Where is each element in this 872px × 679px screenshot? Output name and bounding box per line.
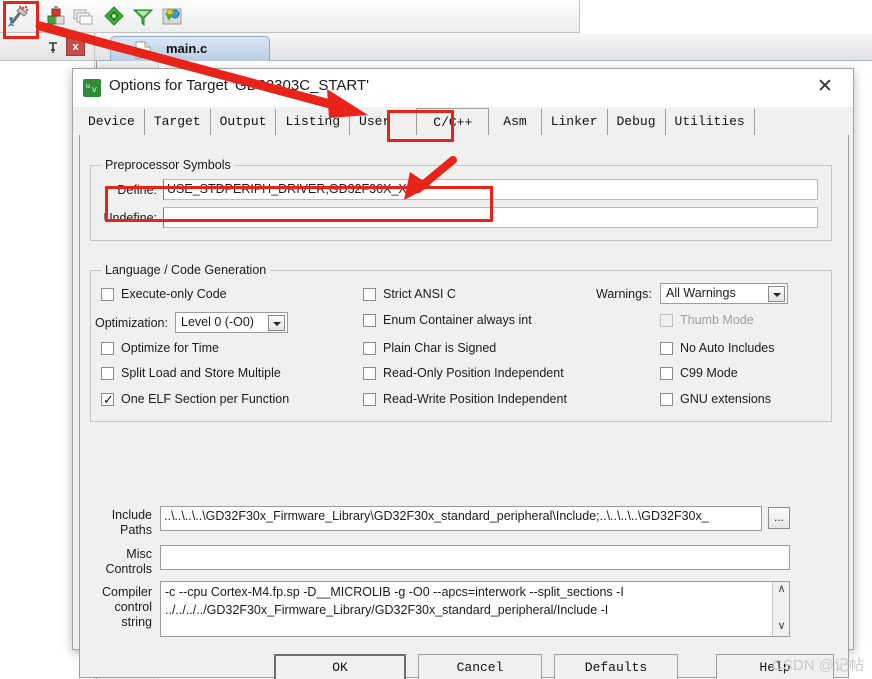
optimization-value: Level 0 (-O0) [181, 315, 254, 329]
target-select-icon[interactable] [45, 5, 67, 27]
label-c99-mode: C99 Mode [680, 366, 738, 380]
project-pane-close-button[interactable]: x [66, 38, 85, 56]
tab-linker[interactable]: Linker [542, 109, 608, 135]
tab-debug[interactable]: Debug [608, 109, 666, 135]
compiler-control-string-label-line1: Compiler [101, 585, 152, 599]
cpp-tab-highlight [387, 110, 454, 142]
include-paths-browse-button[interactable]: ... [768, 507, 790, 529]
green-diamond-icon[interactable] [103, 5, 125, 27]
checkbox-gnu-extensions[interactable] [660, 393, 673, 406]
tab-label: Debug [616, 114, 656, 129]
tab-output[interactable]: Output [211, 109, 277, 135]
compiler-string-line: -c --cpu Cortex-M4.fp.sp -D__MICROLIB -g… [165, 585, 624, 599]
tab-target[interactable]: Target [145, 109, 211, 135]
svg-text:V: V [92, 87, 97, 94]
label-optimize-for-time: Optimize for Time [121, 341, 219, 355]
checkbox-read-only-position-independent[interactable] [363, 367, 376, 380]
tab-label: Listing [285, 114, 341, 129]
toolbar-wizard-highlight [3, 1, 39, 39]
optimization-label: Optimization: [95, 316, 168, 330]
label-enum-container-always-int: Enum Container always int [383, 313, 532, 327]
scroll-up-icon[interactable]: ∧ [773, 582, 790, 599]
label-read-only-position-independent: Read-Only Position Independent [383, 366, 564, 380]
label-split-load-and-store-multiple: Split Load and Store Multiple [121, 366, 281, 380]
watermark: CSDN @记帖 [772, 657, 864, 674]
label-gnu-extensions: GNU extensions [680, 392, 772, 406]
language-code-generation-group: Language / Code Generation Execute-only … [90, 263, 832, 422]
group-title: Preprocessor Symbols [101, 158, 235, 172]
green-package-icon[interactable] [161, 5, 183, 27]
screen-root: x main.c 37 38 #include "systick.h" ati … [0, 0, 872, 679]
tab-label: Utilities [674, 114, 745, 129]
optimization-select[interactable]: Level 0 (-O0) [175, 312, 288, 333]
compiler-control-string-label-line3: string [121, 615, 152, 629]
label-execute-only-code: Execute-only Code [121, 287, 227, 301]
manage-windows-icon[interactable] [72, 5, 94, 27]
close-icon[interactable]: ✕ [805, 75, 845, 101]
compiler-string-scrollbar[interactable]: ∧ ∨ [772, 582, 789, 636]
checkbox-execute-only-code[interactable] [101, 288, 114, 301]
misc-controls-label-line1: Misc [126, 547, 152, 561]
tab-label: Asm [503, 114, 527, 129]
dialog-tab-bar: Device Target Output Listing User C/C++ … [79, 108, 847, 136]
checkbox-one-elf-section-per-function[interactable]: ✓ [101, 392, 114, 407]
label-thumb-mode: Thumb Mode [680, 313, 754, 327]
compiler-control-string-textarea[interactable]: -c --cpu Cortex-M4.fp.sp -D__MICROLIB -g… [160, 581, 790, 637]
compiler-control-string-label-line2: control [114, 600, 152, 614]
warnings-value: All Warnings [666, 286, 736, 300]
compiler-string-line: ../../../../GD32F30x_Firmware_Library/GD… [165, 603, 609, 617]
chevron-down-icon[interactable] [268, 315, 285, 331]
misc-controls-input[interactable] [160, 545, 790, 570]
ok-button[interactable]: OK [274, 654, 406, 679]
warnings-label: Warnings: [596, 287, 652, 301]
tab-utilities[interactable]: Utilities [666, 109, 755, 135]
checkbox-plain-char-is-signed[interactable] [363, 342, 376, 355]
warnings-select[interactable]: All Warnings [660, 283, 788, 304]
checkbox-c99-mode[interactable] [660, 367, 673, 380]
tab-label: Linker [550, 114, 598, 129]
pin-icon[interactable] [46, 40, 60, 54]
include-paths-label-line2: Paths [120, 523, 152, 537]
checkbox-strict-ansi-c[interactable] [363, 288, 376, 301]
checkbox-enum-container-always-int[interactable] [363, 314, 376, 327]
svg-text:u: u [86, 83, 90, 90]
define-field-highlight [105, 186, 493, 222]
tab-label: Device [88, 114, 135, 129]
tab-label: Target [153, 114, 201, 129]
document-tab-main-c[interactable]: main.c [110, 36, 270, 61]
tab-listing[interactable]: Listing [276, 109, 351, 135]
label-one-elf-section-per-function: One ELF Section per Function [121, 392, 290, 406]
checkmark-icon: ✓ [103, 392, 114, 407]
document-tab-bar: main.c [95, 33, 872, 61]
tab-asm[interactable]: Asm [489, 109, 542, 135]
label-plain-char-is-signed: Plain Char is Signed [383, 341, 497, 355]
label-no-auto-includes: No Auto Includes [680, 341, 775, 355]
options-for-target-dialog: u V Options for Target 'GD32303C_START' … [72, 68, 854, 679]
scroll-down-icon[interactable]: ∨ [773, 619, 790, 636]
defaults-button[interactable]: Defaults [554, 654, 678, 679]
checkbox-thumb-mode [660, 314, 673, 327]
checkbox-optimize-for-time[interactable] [101, 342, 114, 355]
green-funnel-icon[interactable] [132, 5, 154, 27]
checkbox-split-load-and-store-multiple[interactable] [101, 367, 114, 380]
keil-uvision-icon: u V [83, 79, 101, 97]
include-paths-label-line1: Include [111, 508, 152, 522]
checkbox-no-auto-includes[interactable] [660, 342, 673, 355]
label-read-write-position-independent: Read-Write Position Independent [383, 392, 567, 406]
document-tab-label: main.c [166, 41, 208, 56]
chevron-down-icon[interactable] [768, 286, 785, 302]
group-title: Language / Code Generation [101, 263, 271, 277]
misc-controls-label-line2: Controls [105, 562, 152, 576]
cancel-button[interactable]: Cancel [418, 654, 542, 679]
dialog-title: Options for Target 'GD32303C_START' [109, 77, 370, 94]
tab-label: User [359, 114, 391, 129]
tab-device[interactable]: Device [79, 109, 145, 135]
dialog-title-bar: u V Options for Target 'GD32303C_START' … [73, 69, 853, 107]
tab-label: Output [219, 114, 267, 129]
label-strict-ansi-c: Strict ANSI C [383, 287, 456, 301]
checkbox-read-write-position-independent[interactable] [363, 393, 376, 406]
include-paths-input[interactable]: ..\..\..\..\GD32F30x_Firmware_Library\GD… [160, 506, 762, 531]
ide-toolbar [0, 0, 580, 33]
